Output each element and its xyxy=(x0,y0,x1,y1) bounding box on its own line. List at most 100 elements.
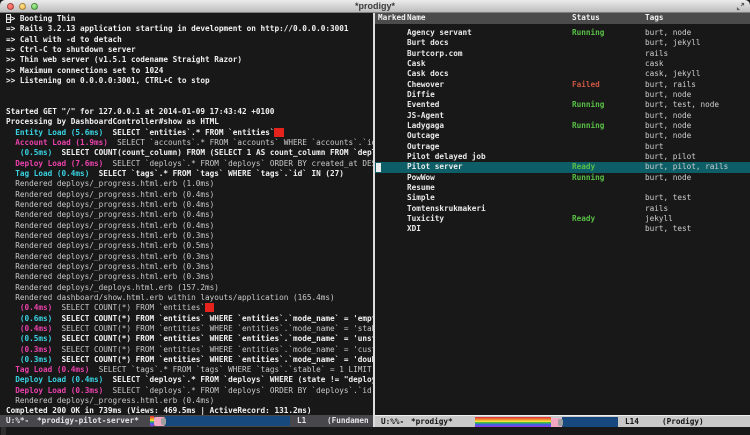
nyan-space xyxy=(562,417,618,427)
point-cursor xyxy=(376,163,381,172)
minibuffer-cursor xyxy=(1,427,6,435)
service-tags: burt, test xyxy=(645,193,691,203)
modeline-right: U:%%- *prodigy* L14 (Prodigy) xyxy=(375,415,750,427)
terminal-line: => Ctrl-C to shutdown server xyxy=(6,45,373,55)
service-row[interactable]: JS-Agent burt, node xyxy=(375,111,750,121)
terminal-line: >> Maximum connections set to 1024 xyxy=(6,66,373,76)
modeline-left: U:%*- *prodigy-pilot-server* L1 (Fundame… xyxy=(0,415,373,427)
service-name: Ladygaga xyxy=(407,121,444,131)
modeline-right-buffer: *prodigy* xyxy=(411,417,453,426)
service-status: Running xyxy=(572,173,604,183)
service-name: Simple xyxy=(407,193,435,203)
column-header-status: Status xyxy=(572,13,600,23)
service-tags: burt, node xyxy=(645,173,691,183)
nyan-space xyxy=(165,416,290,426)
terminal-line: Rendered deploys/_progress.html.erb (0.3… xyxy=(6,252,373,262)
terminal-line: Rendered deploys/_progress.html.erb (0.4… xyxy=(6,396,373,406)
service-row[interactable]: Tomtenskrukmakerirails xyxy=(375,204,750,214)
service-name: Outcage xyxy=(407,131,439,141)
terminal-line: Processing by DashboardController#show a… xyxy=(6,117,373,127)
service-tags: burt, rails xyxy=(645,80,696,90)
service-tags: burt, node xyxy=(645,90,691,100)
modeline-right-line: L14 xyxy=(625,417,639,426)
modeline-right-flags: U:%%- xyxy=(381,417,404,426)
terminal-line: (0.5ms) SELECT COUNT(*) FROM `entities` … xyxy=(6,334,373,344)
service-row[interactable]: Pilot delayed jobburt, pilot xyxy=(375,152,750,162)
terminal-line: Rendered deploys/_deploys.html.erb (157.… xyxy=(6,283,373,293)
service-tags: burt, node xyxy=(645,111,691,121)
service-name: PowWow xyxy=(407,173,435,183)
service-row[interactable]: Cask docs cask, jekyll xyxy=(375,69,750,79)
terminal-line: => Rails 3.2.13 application starting in … xyxy=(6,24,373,34)
service-row[interactable]: LadygagaRunningburt, node xyxy=(375,121,750,131)
service-row[interactable]: Outcageburt, node xyxy=(375,131,750,141)
terminal-line xyxy=(6,97,373,107)
service-row[interactable]: TuxicityReadyjekyll xyxy=(375,214,750,224)
column-header-tags: Tags xyxy=(645,13,664,23)
modeline-left-buffer: *prodigy-pilot-server* xyxy=(37,416,139,425)
service-row[interactable]: ChewoverFailedburt, rails xyxy=(375,80,750,90)
terminal-line: Deploy Load (7.6ms) SELECT `deploys`.* F… xyxy=(6,159,373,169)
window-titlebar[interactable]: *prodigy* xyxy=(0,0,750,13)
service-row[interactable]: Burtcorp.comrails xyxy=(375,49,750,59)
prodigy-services-pane[interactable]: MarkedName Status Tags Agency servantRunni… xyxy=(375,13,750,415)
terminal-line: Rendered deploys/_progress.html.erb (0.4… xyxy=(6,210,373,220)
service-name: Chewover xyxy=(407,80,444,90)
terminal-window: *prodigy* => Booting Thin=> Rails 3.2.13… xyxy=(0,0,750,435)
nyan-cat-icon xyxy=(551,418,562,427)
terminal-line: (0.6ms) SELECT COUNT(*) FROM `entities` … xyxy=(6,314,373,324)
terminal-line: Rendered deploys/_progress.html.erb (0.4… xyxy=(6,200,373,210)
service-name: Pilot server xyxy=(407,162,463,172)
nyan-cat-icon xyxy=(154,417,165,426)
terminal-line: (0.4ms) SELECT COUNT(*) FROM `entities` … xyxy=(6,324,373,334)
window-title: *prodigy* xyxy=(0,1,750,11)
modeline-left-flags: U:%*- xyxy=(6,416,29,425)
minibuffer[interactable] xyxy=(0,427,750,435)
service-status: Ready xyxy=(572,214,595,224)
terminal-line: Rendered deploys/_progress.html.erb (0.3… xyxy=(6,272,373,282)
service-tags: jekyll xyxy=(645,214,673,224)
terminal-line: => Call with -d to detach xyxy=(6,35,373,45)
fullscreen-icon[interactable] xyxy=(736,2,745,11)
service-row[interactable]: PowWow Running burt, node xyxy=(375,173,750,183)
terminal-line: Deploy Load (0.3ms) SELECT `deploys`.* F… xyxy=(6,386,373,396)
terminal-line: Deploy Load (0.4ms) SELECT `deploys`.* F… xyxy=(6,375,373,385)
service-row[interactable]: Caskcask xyxy=(375,59,750,69)
service-row[interactable]: Outrageburt xyxy=(375,142,750,152)
service-row[interactable]: Burt docsburt, jekyll xyxy=(375,38,750,48)
service-tags: burt, test, node xyxy=(645,100,719,110)
terminal-line: >> Listening on 0.0.0.0:3001, CTRL+C to … xyxy=(6,76,373,86)
service-row[interactable]: Simple burt, test xyxy=(375,193,750,203)
terminal-line: Rendered deploys/_progress.html.erb (0.4… xyxy=(6,190,373,200)
column-header-name: Name xyxy=(407,13,426,23)
service-row[interactable]: Diffieburt, node xyxy=(375,90,750,100)
service-tags: cask, jekyll xyxy=(645,69,701,79)
terminal-line: Rendered deploys/_progress.html.erb (0.5… xyxy=(6,241,373,251)
terminal-line: Rendered deploys/_progress.html.erb (1.0… xyxy=(6,179,373,189)
terminal-log: => Booting Thin=> Rails 3.2.13 applicati… xyxy=(6,14,373,415)
service-row[interactable]: Agency servantRunningburt, node xyxy=(375,28,750,38)
service-row[interactable]: EventedRunningburt, test, node xyxy=(375,100,750,110)
service-tags: burt, node xyxy=(645,121,691,131)
service-name: Tomtenskrukmakeri xyxy=(407,204,486,214)
terminal-line: >> Thin web server (v1.5.1 codename Stra… xyxy=(6,55,373,65)
terminal-line: Entity Load (5.6ms) SELECT `entities`.* … xyxy=(6,128,373,138)
service-tags: burt, test xyxy=(645,224,691,234)
service-name: JS-Agent xyxy=(407,111,444,121)
service-name: Burtcorp.com xyxy=(407,49,463,59)
column-header-marked: Marked xyxy=(378,13,406,23)
terminal-line: Started GET "/" for 127.0.0.1 at 2014-01… xyxy=(6,107,373,117)
service-tags: burt, jekyll xyxy=(645,38,701,48)
services-table-header: MarkedName Status Tags xyxy=(375,13,750,24)
terminal-line: Tag Load (0.4ms) SELECT `tags`.* FROM `t… xyxy=(6,365,373,375)
service-name: Resume xyxy=(407,183,435,193)
service-row[interactable]: Resume xyxy=(375,183,750,193)
service-tags: burt xyxy=(645,142,664,152)
service-tags: burt, pilot, rails xyxy=(645,162,728,172)
service-tags: burt, node xyxy=(645,28,691,38)
terminal-line: Rendered dashboard/show.html.erb within … xyxy=(6,293,373,303)
service-row[interactable]: XDIburt, test xyxy=(375,224,750,234)
service-name: Cask docs xyxy=(407,69,449,79)
server-log-pane[interactable]: => Booting Thin=> Rails 3.2.13 applicati… xyxy=(0,13,373,415)
service-row[interactable]: Pilot serverReadyburt, pilot, rails xyxy=(375,162,750,172)
